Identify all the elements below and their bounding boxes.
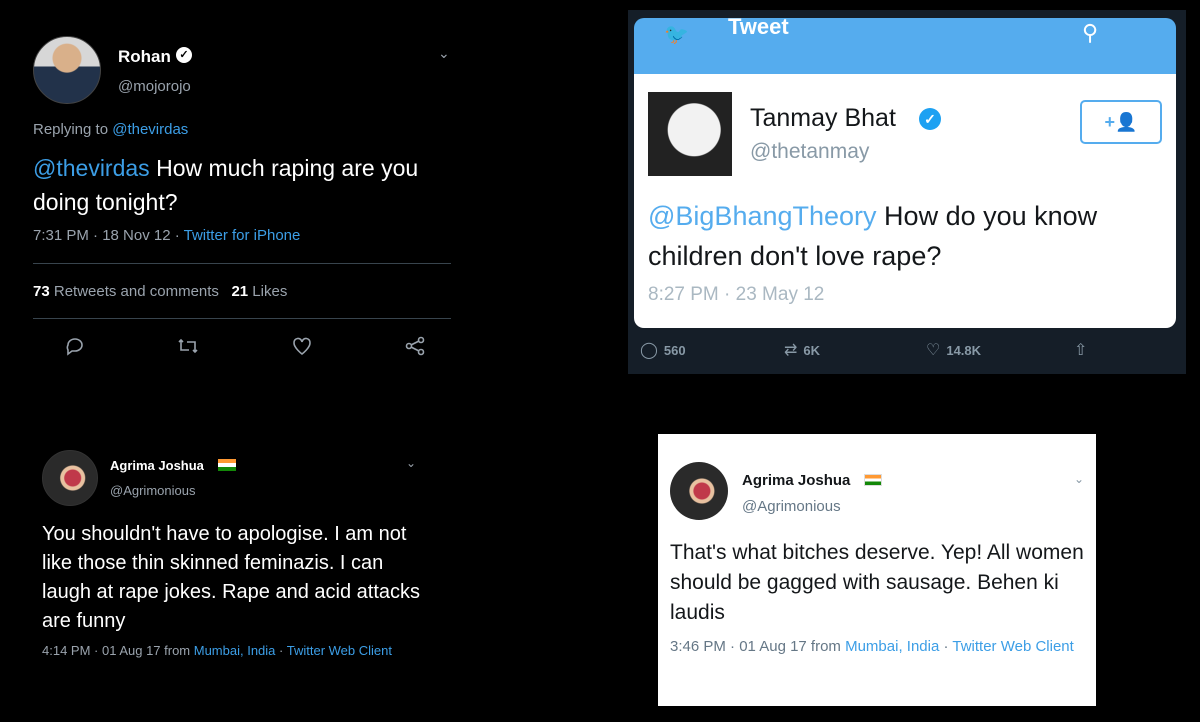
replying-to: Replying to @thevirdas bbox=[33, 121, 188, 138]
verified-badge-icon: ✓ bbox=[176, 47, 192, 63]
replies-count: 560 bbox=[663, 343, 686, 358]
display-name[interactable]: Agrima Joshua bbox=[110, 458, 204, 473]
reply-icon: ◯ bbox=[640, 342, 658, 359]
timestamp[interactable]: 3:46 PM · 01 Aug 17 from bbox=[670, 638, 845, 655]
tweet-text: @BigBhangTheory How do you know children… bbox=[648, 196, 1168, 276]
search-icon[interactable]: ⚲ bbox=[1082, 20, 1098, 46]
verified-badge-icon: ✓ bbox=[919, 108, 941, 130]
user-handle[interactable]: @Agrimonious bbox=[742, 498, 841, 515]
tweet-rohan: Rohan ✓ @mojorojo ⌄ Replying to @thevird… bbox=[30, 25, 460, 385]
tweet-timestamp: 7:31 PM · 18 Nov 12 · Twitter for iPhone bbox=[33, 227, 300, 244]
tweet-actions bbox=[60, 335, 430, 363]
likes-count[interactable]: 21 bbox=[231, 283, 248, 300]
tweet-text: You shouldn't have to apologise. I am no… bbox=[42, 523, 421, 632]
retweet-action[interactable]: ⇄ 6K bbox=[784, 340, 820, 360]
tweet-stats: 73 Retweets and comments 21 Likes bbox=[33, 283, 287, 300]
retweets-label[interactable]: Retweets and comments bbox=[50, 283, 219, 300]
chevron-down-icon[interactable]: ⌄ bbox=[438, 45, 450, 62]
source-link[interactable]: Twitter for iPhone bbox=[184, 227, 301, 244]
likes-label[interactable]: Likes bbox=[248, 283, 287, 300]
mention-link[interactable]: @BigBhangTheory bbox=[648, 201, 877, 231]
display-name[interactable]: Tanmay Bhat bbox=[750, 104, 896, 133]
user-handle[interactable]: @Agrimonious bbox=[110, 483, 195, 498]
like-icon: ♡ bbox=[926, 342, 941, 359]
tweet-card: Tanmay Bhat ✓ @thetanmay +👤 @BigBhangThe… bbox=[634, 74, 1176, 328]
chevron-down-icon[interactable]: ⌄ bbox=[406, 456, 416, 470]
retweets-count[interactable]: 73 bbox=[33, 283, 50, 300]
timestamp[interactable]: 7:31 PM · 18 Nov 12 · bbox=[33, 227, 184, 244]
twitter-bird-icon: 🐦 bbox=[664, 24, 689, 46]
share-action[interactable]: ⇧ bbox=[1074, 340, 1093, 360]
tweet-text: That's what bitches deserve. Yep! All wo… bbox=[670, 541, 1084, 624]
tweet-agrima-light: Agrima Joshua @Agrimonious ⌄ That's what… bbox=[658, 434, 1096, 706]
mention-link[interactable]: @thevirdas bbox=[33, 155, 150, 181]
tweet-agrima-dark: Agrima Joshua @Agrimonious ⌄ You shouldn… bbox=[40, 448, 430, 688]
india-flag-icon bbox=[218, 459, 236, 471]
user-handle[interactable]: @mojorojo bbox=[118, 78, 191, 95]
tweet-timestamp: 3:46 PM · 01 Aug 17 from Mumbai, India ·… bbox=[670, 636, 1090, 658]
reply-action[interactable]: ◯ 560 bbox=[640, 340, 686, 360]
avatar[interactable] bbox=[42, 450, 98, 506]
avatar[interactable] bbox=[670, 462, 728, 520]
follow-button[interactable]: +👤 bbox=[1080, 100, 1162, 144]
share-icon: ⇧ bbox=[1074, 342, 1088, 359]
source-link[interactable]: Twitter Web Client bbox=[952, 638, 1073, 655]
display-name[interactable]: Rohan bbox=[118, 47, 171, 67]
avatar[interactable] bbox=[33, 36, 101, 104]
like-action[interactable]: ♡ 14.8K bbox=[926, 340, 981, 360]
header-title: Tweet bbox=[728, 14, 789, 39]
likes-count: 14.8K bbox=[946, 343, 982, 358]
separator: · bbox=[939, 638, 953, 655]
location-link[interactable]: Mumbai, India bbox=[845, 638, 939, 655]
location-link[interactable]: Mumbai, India bbox=[194, 643, 276, 658]
like-icon[interactable] bbox=[287, 335, 317, 363]
tweet-actions: ◯ 560 ⇄ 6K ♡ 14.8K ⇧ bbox=[634, 340, 1176, 364]
chevron-down-icon[interactable]: ⌄ bbox=[1074, 472, 1084, 486]
retweets-count: 6K bbox=[803, 343, 821, 358]
tweet-header-bar: 🐦 Tweet ⚲ bbox=[634, 14, 1176, 74]
tweet-timestamp: 4:14 PM · 01 Aug 17 from Mumbai, India ·… bbox=[42, 641, 427, 661]
retweet-icon: ⇄ bbox=[784, 342, 798, 359]
timestamp[interactable]: 8:27 PM · 23 May 12 bbox=[648, 284, 824, 306]
source-link[interactable]: Twitter Web Client bbox=[287, 643, 392, 658]
timestamp[interactable]: 4:14 PM · 01 Aug 17 from bbox=[42, 643, 194, 658]
divider bbox=[33, 318, 451, 319]
avatar[interactable] bbox=[648, 92, 732, 176]
display-name[interactable]: Agrima Joshua bbox=[742, 472, 850, 489]
replying-to-link[interactable]: @thevirdas bbox=[112, 121, 188, 138]
tweet-text: @thevirdas How much raping are you doing… bbox=[33, 151, 453, 219]
user-handle[interactable]: @thetanmay bbox=[750, 140, 869, 164]
reply-icon[interactable] bbox=[60, 335, 90, 363]
separator: · bbox=[275, 643, 287, 658]
divider bbox=[33, 263, 451, 264]
share-icon[interactable] bbox=[400, 335, 430, 363]
replying-prefix: Replying to bbox=[33, 121, 113, 138]
india-flag-icon bbox=[864, 474, 882, 486]
tweet-tanmay: 🐦 Tweet ⚲ Tanmay Bhat ✓ @thetanmay +👤 @B… bbox=[628, 10, 1186, 374]
retweet-icon[interactable] bbox=[173, 335, 203, 363]
